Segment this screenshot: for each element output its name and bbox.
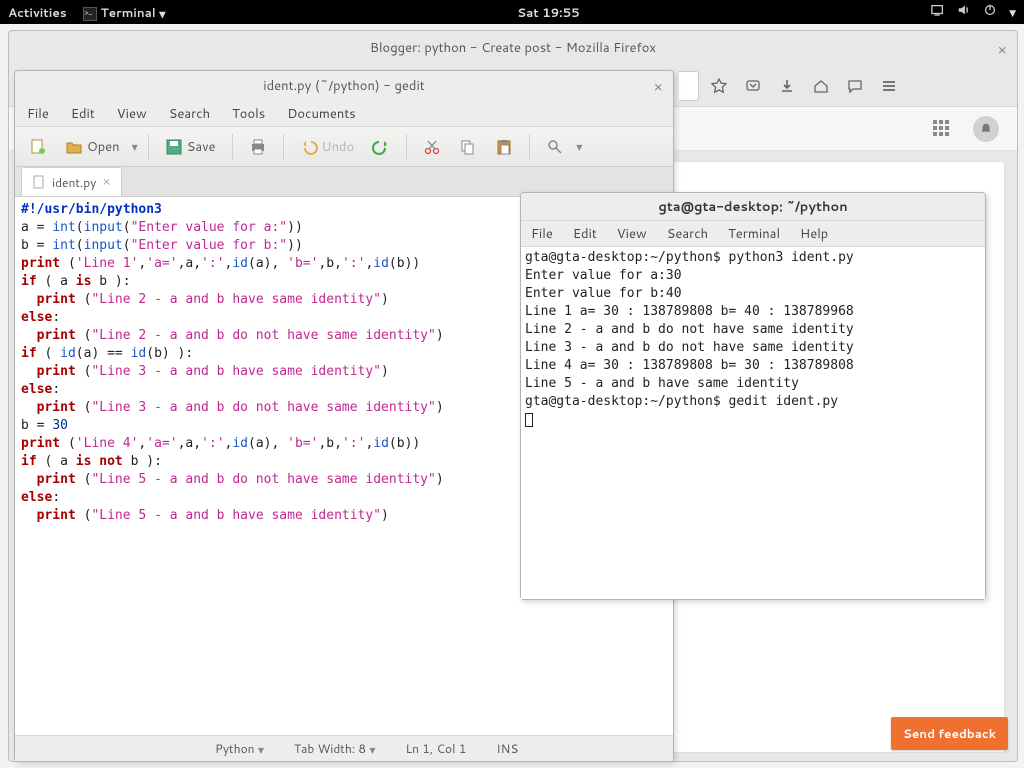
term-menu-file[interactable]: File: [531, 225, 553, 243]
tab-label: ident.py: [52, 174, 96, 191]
power-icon[interactable]: [983, 3, 997, 21]
menu-documents[interactable]: Documents: [287, 105, 356, 123]
firefox-title: Blogger: python - Create post - Mozilla …: [370, 39, 656, 57]
url-bar[interactable]: [679, 71, 699, 101]
gedit-toolbar: Open ▼ Save Undo ▼: [15, 127, 673, 167]
undo-button[interactable]: Undo: [294, 134, 361, 160]
cut-button[interactable]: [417, 134, 447, 160]
firefox-close-button[interactable]: ×: [997, 39, 1007, 60]
chat-icon[interactable]: [841, 72, 869, 100]
pocket-icon[interactable]: [739, 72, 767, 100]
gedit-menubar: File Edit View Search Tools Documents: [15, 101, 673, 127]
network-icon[interactable]: [931, 3, 945, 21]
send-feedback-button[interactable]: Send feedback: [891, 717, 1008, 750]
terminal-body[interactable]: gta@gta-desktop:~/python$ python3 ident.…: [521, 247, 985, 599]
tab-ident-py[interactable]: ident.py ×: [21, 167, 122, 196]
activities-button[interactable]: Activities: [8, 4, 67, 21]
terminal-icon: [83, 7, 97, 21]
print-button[interactable]: [243, 134, 273, 160]
terminal-title: gta@gta-desktop: ~/python: [658, 198, 847, 216]
find-dropdown-icon[interactable]: ▼: [576, 141, 582, 153]
find-button[interactable]: [540, 134, 570, 160]
menu-view[interactable]: View: [117, 105, 147, 123]
gnome-topbar: Activities Terminal ▼ Sat 19:55 ▼: [0, 0, 1024, 24]
paste-button[interactable]: [489, 134, 519, 160]
home-icon[interactable]: [807, 72, 835, 100]
gedit-title: ident.py (~/python) - gedit: [263, 77, 424, 95]
gedit-statusbar: Python ▼ Tab Width: 8 ▼ Ln 1, Col 1 INS: [15, 735, 673, 761]
file-icon: [32, 175, 46, 189]
term-menu-help[interactable]: Help: [800, 225, 828, 243]
tab-close-icon[interactable]: ×: [102, 173, 110, 191]
term-menu-view[interactable]: View: [617, 225, 647, 243]
new-button[interactable]: [23, 134, 53, 160]
menu-tools[interactable]: Tools: [232, 105, 265, 123]
firefox-titlebar: Blogger: python - Create post - Mozilla …: [9, 31, 1017, 65]
hamburger-menu-icon[interactable]: [875, 72, 903, 100]
terminal-output: gta@gta-desktop:~/python$ python3 ident.…: [525, 249, 981, 429]
term-menu-terminal[interactable]: Terminal: [728, 225, 780, 243]
terminal-menubar: File Edit View Search Terminal Help: [521, 221, 985, 247]
save-button[interactable]: Save: [159, 134, 222, 160]
downloads-icon[interactable]: [773, 72, 801, 100]
terminal-app-menu[interactable]: Terminal ▼: [83, 4, 166, 21]
status-cursor-pos: Ln 1, Col 1: [405, 740, 466, 757]
term-menu-search[interactable]: Search: [667, 225, 708, 243]
copy-button[interactable]: [453, 134, 483, 160]
menu-edit[interactable]: Edit: [71, 105, 95, 123]
system-menu-dropdown-icon[interactable]: ▼: [1009, 6, 1016, 19]
terminal-window: gta@gta-desktop: ~/python File Edit View…: [520, 192, 986, 600]
status-insert-mode: INS: [496, 740, 518, 757]
open-button[interactable]: Open: [59, 134, 126, 160]
status-language[interactable]: Python ▼: [215, 740, 264, 757]
redo-button[interactable]: [366, 134, 396, 160]
open-dropdown-icon[interactable]: ▼: [132, 141, 138, 153]
apps-grid-icon[interactable]: [933, 120, 951, 138]
status-tabwidth[interactable]: Tab Width: 8 ▼: [294, 740, 375, 757]
notifications-icon[interactable]: [973, 116, 999, 142]
bookmark-star-icon[interactable]: [705, 72, 733, 100]
terminal-cursor: [525, 413, 533, 427]
gedit-close-button[interactable]: ×: [653, 76, 663, 97]
menu-search[interactable]: Search: [169, 105, 210, 123]
volume-icon[interactable]: [957, 3, 971, 21]
menu-file[interactable]: File: [27, 105, 49, 123]
clock[interactable]: Sat 19:55: [166, 4, 931, 21]
term-menu-edit[interactable]: Edit: [573, 225, 597, 243]
